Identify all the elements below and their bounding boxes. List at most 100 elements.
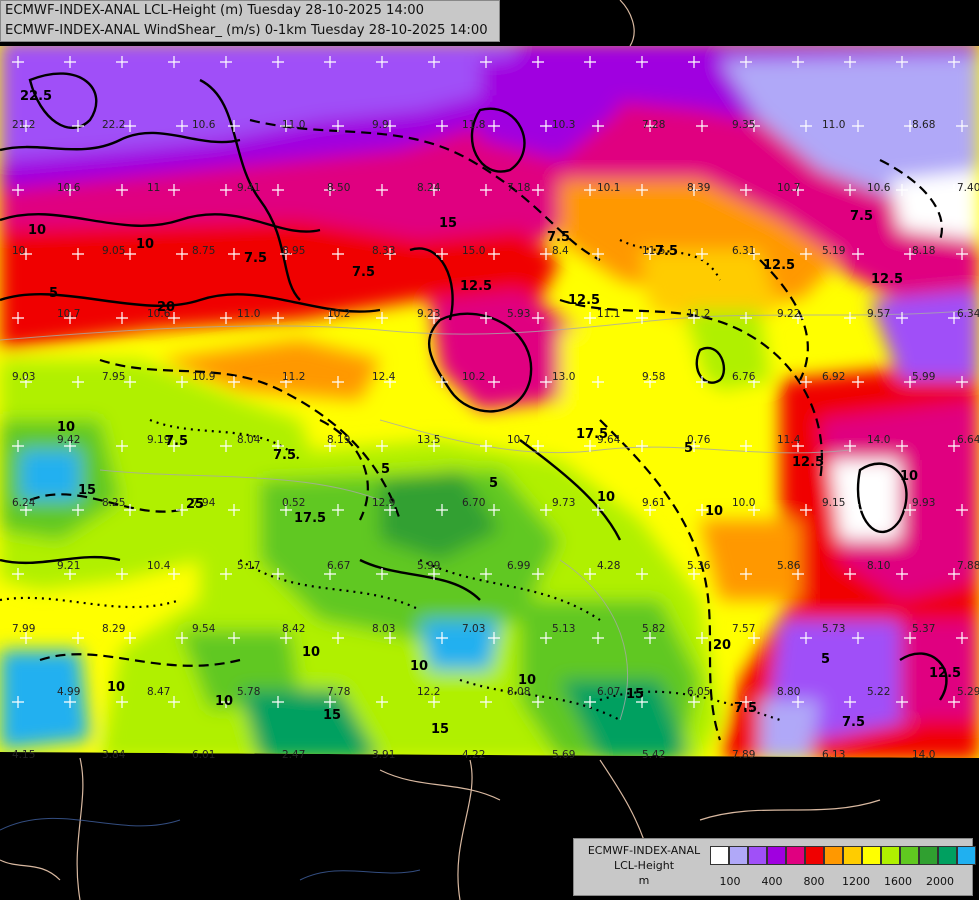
value-label: 11.2 <box>687 308 710 320</box>
value-label: 5.17 <box>237 560 260 572</box>
value-label: 8.80 <box>777 686 800 698</box>
lcl-height-map: 21.2 22.2 10.6 11.0 9.9 11.8 10.3 7.28 9.35 11.0 8… <box>0 0 979 900</box>
value-label: 6.99 <box>507 560 530 572</box>
value-label: 8.29 <box>102 623 125 635</box>
contour-label: 15 <box>431 722 449 737</box>
value-label: 7.95 <box>102 371 125 383</box>
value-label: 4.15 <box>12 749 35 761</box>
value-label: 8.50 <box>327 182 350 194</box>
value-label: 5.37 <box>912 623 935 635</box>
value-label: 10 <box>12 245 25 257</box>
value-label: 10.7 <box>777 182 800 194</box>
value-label: 10.2 <box>327 308 350 320</box>
contour-label: 10 <box>28 223 46 238</box>
contour-label: 7.5 <box>734 701 757 716</box>
value-label: 9.15 <box>822 497 845 509</box>
value-label: 7.88 <box>957 560 979 572</box>
legend-swatch <box>786 846 805 865</box>
value-label: 8.42 <box>282 623 305 635</box>
value-label: 9.23 <box>417 308 440 320</box>
header-line-2: ECMWF-INDEX-ANAL WindShear_ (m/s) 0-1km … <box>5 23 488 38</box>
legend-swatch <box>881 846 900 865</box>
value-label: 8.04 <box>237 434 261 446</box>
legend-swatch <box>957 846 976 865</box>
value-label: 10.4 <box>147 560 171 572</box>
contour-label: 10 <box>705 504 723 519</box>
value-label: 8.03 <box>372 623 395 635</box>
legend-tick: 2000 <box>926 875 954 888</box>
value-label: 8.33 <box>372 245 395 257</box>
value-label: 2.47 <box>282 749 305 761</box>
value-label: 10.3 <box>552 119 575 131</box>
value-label: 6.70 <box>462 497 485 509</box>
contour-label: 17.5 <box>576 427 608 442</box>
value-label: 7.40 <box>957 182 979 194</box>
value-label: 6.24 <box>12 497 36 509</box>
value-label: 9.42 <box>57 434 80 446</box>
value-label: 5.19 <box>822 245 845 257</box>
legend-swatch <box>824 846 843 865</box>
contour-label: 7.5 <box>850 209 873 224</box>
value-label: 9.57 <box>867 308 890 320</box>
contour-label: 20 <box>157 300 175 315</box>
value-label: 10.7 <box>57 308 80 320</box>
contour-label: 5 <box>684 441 693 456</box>
value-label: 8.68 <box>912 119 935 131</box>
value-label: 6.64 <box>957 434 979 446</box>
value-label: 5.42 <box>642 749 665 761</box>
contour-label: 25 <box>186 497 204 512</box>
value-label: 4.22 <box>462 749 485 761</box>
map-stage: 21.2 22.2 10.6 11.0 9.9 11.8 10.3 7.28 9.35 11.0 8… <box>0 0 979 900</box>
value-label: 15.0 <box>462 245 485 257</box>
contour-label: 5 <box>381 462 390 477</box>
legend-swatch <box>938 846 957 865</box>
value-label: 22.2 <box>102 119 125 131</box>
legend-tick: 100 <box>719 875 741 888</box>
value-label: 9.93 <box>912 497 935 509</box>
value-label: 8.19 <box>327 434 350 446</box>
value-label: 4.28 <box>597 560 620 572</box>
value-label: 5.22 <box>867 686 890 698</box>
contour-label: 7.5 <box>352 265 375 280</box>
value-label: 8.10 <box>867 560 890 572</box>
contour-label: 7.5 <box>244 251 267 266</box>
value-label: 8.75 <box>192 245 215 257</box>
contour-label: 7.5 <box>842 715 865 730</box>
value-label: 8.39 <box>687 182 710 194</box>
contour-label: 10 <box>410 659 428 674</box>
value-label: 8.4 <box>552 245 569 257</box>
contour-label: 22.5 <box>20 89 52 104</box>
value-label: 13.0 <box>552 371 575 383</box>
value-label: 9.21 <box>57 560 80 572</box>
contour-label: 10 <box>597 490 615 505</box>
value-label: 5.13 <box>552 623 575 635</box>
contour-label: 10 <box>215 694 233 709</box>
value-label: 7.78 <box>327 686 350 698</box>
value-label: 11.0 <box>237 308 260 320</box>
value-label: 6.05 <box>687 686 710 698</box>
legend-tick: 1600 <box>884 875 912 888</box>
value-label: 8.95 <box>282 245 305 257</box>
value-label: 13.5 <box>417 434 440 446</box>
contour-label: 15 <box>78 483 96 498</box>
legend-swatch <box>919 846 938 865</box>
legend-title-2: LCL-Height <box>613 859 675 872</box>
value-label: 6.31 <box>732 245 755 257</box>
value-label: 9.22 <box>777 308 800 320</box>
value-label: 5.73 <box>822 623 845 635</box>
legend-swatch <box>748 846 767 865</box>
value-label: 10.6 <box>867 182 891 194</box>
value-label: 5.36 <box>687 560 711 572</box>
legend-swatch <box>729 846 748 865</box>
contour-label: 5 <box>49 286 58 301</box>
value-label: 6.13 <box>822 749 845 761</box>
value-label: 3.91 <box>372 749 395 761</box>
value-label: 10.6 <box>192 119 216 131</box>
contour-label: 20 <box>713 638 731 653</box>
value-label: 7.03 <box>462 623 485 635</box>
legend-swatch <box>900 846 919 865</box>
value-label: 6.01 <box>192 749 215 761</box>
contour-label: 15 <box>323 708 341 723</box>
value-label: 9.54 <box>192 623 216 635</box>
value-label: 9.73 <box>552 497 575 509</box>
